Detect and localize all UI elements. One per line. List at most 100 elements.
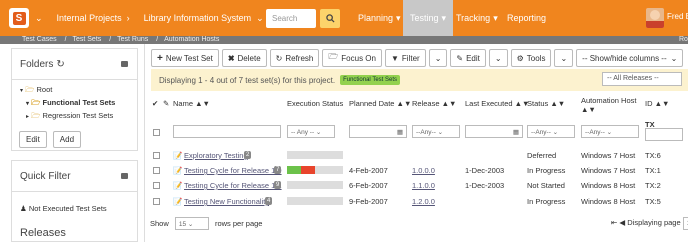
- prev-page-icon[interactable]: ◀: [619, 218, 625, 227]
- host-filter-select[interactable]: --Any-- ⌄: [581, 125, 639, 138]
- show-label: Show: [150, 219, 169, 228]
- release-filter-label: --Any--: [416, 129, 436, 136]
- id-filter-input[interactable]: [645, 128, 683, 141]
- release-link[interactable]: 1.0.0.0: [412, 166, 435, 175]
- exec-filter-select[interactable]: -- Any -- ⌄: [287, 125, 335, 138]
- test-case-count: 2: [244, 151, 252, 159]
- first-page-icon[interactable]: ⇤: [611, 218, 617, 227]
- columns-label: -- Show/hide columns --: [582, 53, 667, 63]
- table-footer: Show 15 ⌄ rows per page: [150, 217, 262, 230]
- rows-per-page-select[interactable]: 15 ⌄: [174, 217, 209, 230]
- col-automation-host[interactable]: Automation Host ▲▼: [581, 96, 639, 114]
- table-row[interactable]: 📝 Testing New Functionality 4 9-Feb-2007 1.2…: [145, 194, 688, 209]
- nav-tracking[interactable]: Tracking ▾: [456, 0, 498, 36]
- filter-icon: ▼: [390, 53, 399, 63]
- last-executed: 1-Dec-2003: [465, 166, 505, 175]
- crumb-test-runs[interactable]: Test Runs: [117, 36, 148, 43]
- col-planned-date[interactable]: Planned Date ▲▼: [349, 99, 411, 108]
- tools-dropdown[interactable]: ⌄: [554, 49, 574, 67]
- test-set-name[interactable]: Testing Cycle for Release 1.1: [184, 181, 282, 190]
- test-set-name[interactable]: Testing New Functionality: [184, 197, 269, 206]
- tree-root[interactable]: ▾ 🗁 Root: [20, 84, 137, 97]
- col-status[interactable]: Status ▲▼: [527, 99, 565, 108]
- name-filter-input[interactable]: [173, 125, 281, 138]
- collapse-icon[interactable]: [121, 173, 128, 179]
- row-checkbox[interactable]: [153, 167, 160, 174]
- status-filter-select[interactable]: --Any-- ⌄: [527, 125, 575, 138]
- check-all-icon: ✔: [152, 99, 159, 108]
- columns-select[interactable]: -- Show/hide columns -- ⌄: [576, 49, 684, 67]
- crumb-test-sets[interactable]: Test Sets: [72, 36, 101, 43]
- paging-label: Displaying page: [627, 218, 681, 227]
- planned-date-filter[interactable]: ▦: [349, 125, 407, 138]
- nav-planning[interactable]: Planning ▾: [358, 0, 401, 36]
- delete-button[interactable]: ✖ Delete: [221, 49, 267, 67]
- quick-filter-item[interactable]: ♟ Not Executed Test Sets: [12, 192, 137, 213]
- nav-testing[interactable]: Testing ▾: [403, 0, 454, 36]
- app-logo[interactable]: S: [9, 8, 29, 28]
- planned-date: 6-Feb-2007: [349, 181, 388, 190]
- system-selector[interactable]: Library Information System ⌄: [144, 13, 264, 24]
- nav-reporting-label: Reporting: [507, 13, 547, 23]
- search-input[interactable]: Search: [266, 9, 316, 28]
- col-release[interactable]: Release ▲▼: [412, 99, 456, 108]
- refresh-button[interactable]: ↻ Refresh: [269, 49, 320, 67]
- left-sidebar: Folders ↻ ▾ 🗁 Root ▾ 🗁 Functional Test S…: [0, 44, 145, 242]
- release-filter-select[interactable]: -- All Releases --: [602, 72, 682, 86]
- table-row[interactable]: 📝 Testing Cycle for Release 1.1 9 6-Feb-200…: [145, 178, 688, 193]
- crumb-automation-hosts[interactable]: Automation Hosts: [164, 36, 219, 43]
- filter-button[interactable]: ▼ Filter: [384, 49, 426, 67]
- quick-filter-item-label: Not Executed Test Sets: [28, 204, 107, 213]
- nav-reporting[interactable]: Reporting: [507, 0, 546, 36]
- avatar[interactable]: [646, 8, 664, 28]
- row-checkbox[interactable]: [153, 152, 160, 159]
- edit-button[interactable]: ✎ Edit: [450, 49, 486, 67]
- search-button[interactable]: [320, 9, 340, 28]
- planned-date: 9-Feb-2007: [349, 197, 388, 206]
- table-row[interactable]: 📝 Exploratory Testing 2 Deferred Windows 7 H…: [145, 148, 688, 163]
- edit-dropdown[interactable]: ⌄: [488, 49, 508, 67]
- test-set-name[interactable]: Exploratory Testing: [184, 151, 248, 160]
- user-name[interactable]: Fred B: [667, 12, 688, 21]
- filter-label: Filter: [401, 53, 420, 63]
- col-name[interactable]: Name ▲▼: [173, 99, 210, 108]
- col-planned-label: Planned Date: [349, 99, 395, 108]
- col-name-label: Name: [173, 99, 194, 108]
- last-executed-filter[interactable]: ▦: [465, 125, 523, 138]
- automation-host: Windows 8 Host: [581, 197, 636, 206]
- edit-folder-button[interactable]: Edit: [19, 131, 47, 148]
- filter-dropdown[interactable]: ⌄: [428, 49, 448, 67]
- add-folder-button[interactable]: Add: [52, 131, 82, 148]
- row-checkbox[interactable]: [153, 198, 160, 205]
- test-set-id: TX:5: [645, 197, 661, 206]
- release-filter-select[interactable]: --Any-- ⌄: [412, 125, 460, 138]
- test-set-name[interactable]: Testing Cycle for Release 1.0: [184, 166, 282, 175]
- folders-title: Folders: [20, 58, 54, 70]
- tools-button[interactable]: ⚙ Tools: [510, 49, 552, 67]
- col-exec-status[interactable]: Execution Status: [287, 99, 343, 108]
- release-link[interactable]: 1.1.0.0: [412, 181, 435, 190]
- col-last-executed[interactable]: Last Executed ▲▼: [465, 99, 529, 108]
- release-link[interactable]: 1.2.0.0: [412, 197, 435, 206]
- nav-planning-label: Planning: [358, 13, 394, 23]
- automation-host: Windows 8 Host: [581, 181, 636, 190]
- test-set-icon: 📝: [173, 166, 183, 175]
- test-set-icon: 📝: [173, 197, 183, 206]
- col-id[interactable]: ID ▲▼: [645, 99, 669, 108]
- tree-item-functional[interactable]: ▾ 🗁 Functional Test Sets: [26, 97, 137, 110]
- crumb-test-cases[interactable]: Test Cases: [22, 36, 57, 43]
- tree-item-regression[interactable]: ▸ 🗁 Regression Test Sets: [26, 110, 137, 123]
- releases-heading: Releases: [20, 227, 66, 239]
- logo-chevron-icon[interactable]: ⌄: [35, 13, 43, 24]
- automation-host: Windows 7 Host: [581, 151, 636, 160]
- table-row[interactable]: 📝 Testing Cycle for Release 1.0 7 4-Feb-200…: [145, 163, 688, 178]
- focus-on-button[interactable]: 🗁 Focus On: [322, 49, 382, 67]
- new-test-set-button[interactable]: + New Test Set: [151, 49, 219, 67]
- project-selector[interactable]: Internal Projects ›: [57, 13, 130, 23]
- collapse-icon[interactable]: [121, 61, 128, 67]
- status-filter-label: --Any--: [531, 129, 551, 136]
- page-input[interactable]: 1: [682, 217, 688, 230]
- refresh-icon[interactable]: ↻: [56, 59, 64, 70]
- row-checkbox[interactable]: [153, 182, 160, 189]
- select-all-checkbox[interactable]: [153, 129, 160, 136]
